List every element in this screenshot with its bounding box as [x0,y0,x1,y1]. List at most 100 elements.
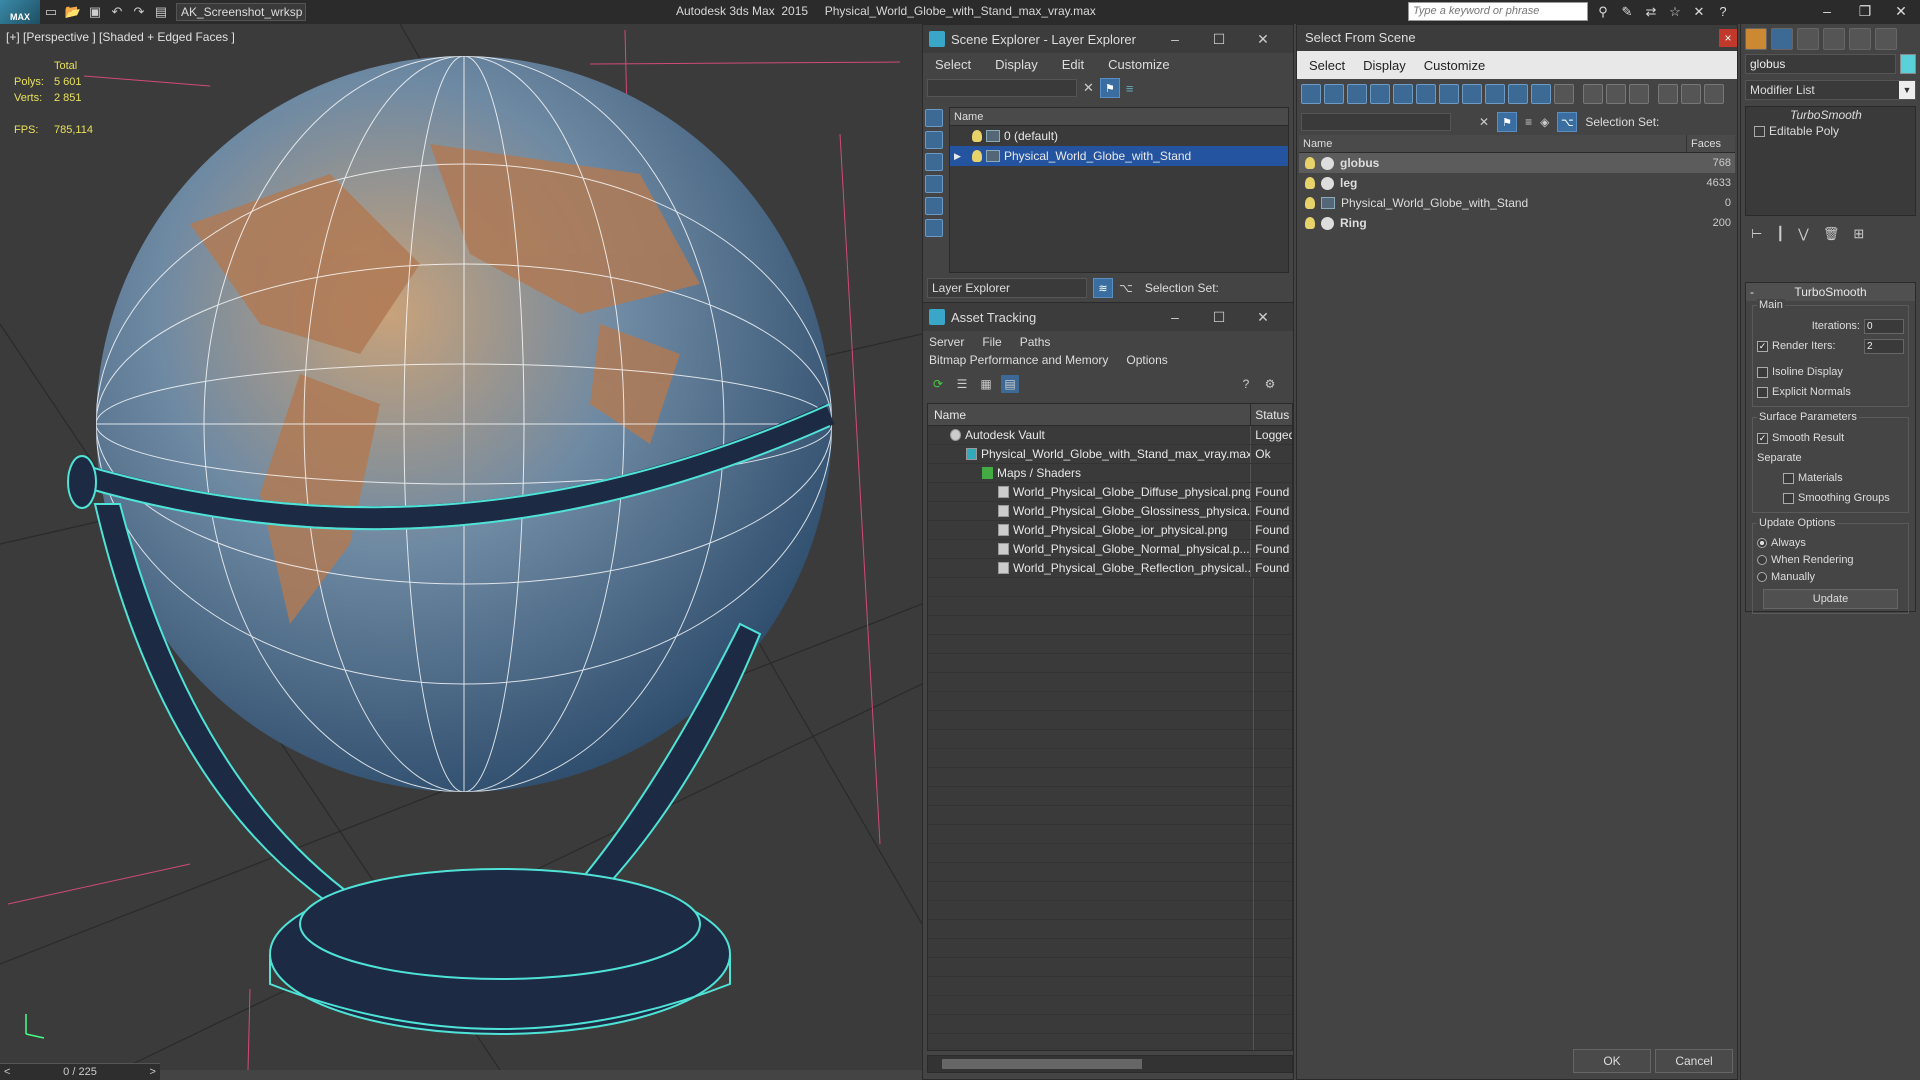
clear-search-icon[interactable]: ✕ [1083,80,1094,96]
frozen-filter-icon[interactable] [1531,84,1551,104]
xrefs-filter-icon[interactable] [1462,84,1482,104]
open-file-icon[interactable]: 📂 [62,2,84,22]
list-item[interactable]: leg 4633 [1299,173,1735,193]
table-row[interactable]: World_Physical_Globe_Glossiness_physica.… [928,502,1292,521]
modifier-item[interactable]: Editable Poly [1746,123,1915,139]
manually-radio[interactable] [1757,571,1767,582]
viewport-label[interactable]: [+] [Perspective ] [Shaded + Edged Faces… [6,30,235,44]
table-view-icon[interactable]: ▤ [1001,375,1019,393]
always-radio[interactable] [1757,537,1767,548]
exchange-icon[interactable]: ⇄ [1640,2,1662,22]
name-column-header[interactable]: Name [1299,135,1687,152]
undo-icon[interactable]: ↶ [106,2,128,22]
faces-column-header[interactable]: Faces [1687,135,1735,152]
menu-bitmap-performance[interactable]: Bitmap Performance and Memory [929,353,1108,367]
list-item[interactable]: Physical_World_Globe_with_Stand 0 [1299,193,1735,213]
isoline-display-checkbox[interactable] [1757,366,1768,378]
menu-select[interactable]: Select [935,57,971,72]
explorer-type-dropdown[interactable]: Layer Explorer [927,278,1087,298]
cameras-filter-icon[interactable] [1370,84,1390,104]
minimize-icon[interactable]: – [1153,25,1197,53]
spacewarps-filter-icon[interactable] [1416,84,1436,104]
close-icon[interactable]: ✕ [1241,25,1285,53]
containers-filter-icon[interactable] [1508,84,1528,104]
menu-paths[interactable]: Paths [1020,335,1051,349]
save-icon[interactable]: ▣ [84,2,106,22]
table-row[interactable]: Physical_World_Globe_with_Stand_max_vray… [928,445,1292,464]
menu-display[interactable]: Display [995,57,1038,72]
menu-options[interactable]: Options [1126,353,1167,367]
scrollbar-thumb[interactable] [942,1059,1142,1069]
utilities-tab-icon[interactable] [1875,28,1897,50]
helpers-filter-icon[interactable] [1393,84,1413,104]
smoothing-groups-checkbox[interactable] [1783,492,1794,504]
hidden-filter-icon[interactable] [1554,84,1574,104]
shapes-filter-icon[interactable] [1324,84,1344,104]
tools-icon[interactable]: ✎ [1616,2,1638,22]
refresh-icon[interactable]: ⟳ [929,375,947,393]
thumbnail-view-icon[interactable]: ▦ [977,375,995,393]
hierarchy-tab-icon[interactable] [1797,28,1819,50]
iterations-spinner[interactable]: 0 [1864,318,1904,334]
redo-icon[interactable]: ↷ [128,2,150,22]
modify-tab-icon[interactable] [1771,28,1793,50]
new-file-icon[interactable]: ▭ [40,2,62,22]
display-none-icon[interactable] [1606,84,1626,104]
modifier-list-dropdown[interactable]: Modifier List ▼ [1745,80,1916,100]
perspective-viewport[interactable]: [+] [Perspective ] [Shaded + Edged Faces… [0,24,922,1070]
table-row[interactable]: World_Physical_Globe_Normal_physical.p..… [928,540,1292,559]
scene-explorer-search-input[interactable] [927,79,1077,97]
layer-explorer-icon[interactable]: ≋ [1093,278,1113,298]
cameras-filter-icon[interactable] [925,175,943,193]
project-folder-icon[interactable]: ▤ [150,2,172,22]
table-row[interactable]: Maps / Shaders [928,464,1292,483]
table-row[interactable]: World_Physical_Globe_Reflection_physical… [928,559,1292,578]
asset-name-header[interactable]: Name [928,404,1252,425]
configure-sets-icon[interactable]: ⊞ [1853,226,1864,242]
remove-modifier-icon[interactable]: 🗑 [1823,226,1840,242]
minimize-icon[interactable]: – [1153,303,1197,331]
keyword-search-input[interactable]: Type a keyword or phrase [1408,2,1588,21]
menu-file[interactable]: File [982,335,1001,349]
help-icon[interactable]: ? [1712,2,1734,22]
app-logo[interactable]: MAX [0,0,40,24]
light-bulb-icon[interactable] [1305,177,1315,189]
close-window-button[interactable]: ✕ [1882,0,1920,24]
menu-customize[interactable]: Customize [1108,57,1169,72]
materials-checkbox[interactable] [1783,472,1794,484]
time-slider[interactable]: < 0 / 225 > [0,1063,160,1080]
render-iters-spinner[interactable]: 2 [1864,338,1904,354]
filter-icon[interactable]: ⚑ [1099,78,1120,98]
invert-display-icon[interactable] [1629,84,1649,104]
next-frame-icon[interactable]: > [150,1066,156,1078]
table-row[interactable]: World_Physical_Globe_ior_physical.png Fou… [928,521,1292,540]
favorites-icon[interactable]: ☆ [1664,2,1686,22]
menu-select[interactable]: Select [1309,58,1345,73]
filter-funnel-icon[interactable] [1658,84,1678,104]
menu-edit[interactable]: Edit [1062,57,1084,72]
when-rendering-radio[interactable] [1757,554,1767,565]
spacewarps-filter-icon[interactable] [925,219,943,237]
light-bulb-icon[interactable] [972,150,982,162]
object-color-swatch[interactable] [1900,54,1916,74]
table-row[interactable]: Autodesk Vault Logged [928,426,1292,445]
collapse-icon[interactable] [1704,84,1724,104]
chevron-down-icon[interactable]: ▼ [1899,81,1915,99]
menu-server[interactable]: Server [929,335,964,349]
shapes-filter-icon[interactable] [925,131,943,149]
groups-filter-icon[interactable] [1439,84,1459,104]
close-icon[interactable]: × [1719,29,1737,47]
list-item[interactable]: globus 768 [1299,153,1735,173]
hierarchy-filter-icon[interactable] [1681,84,1701,104]
expand-triangle-icon[interactable]: ▶ [954,151,968,162]
maximize-icon[interactable]: ☐ [1197,303,1241,331]
settings-icon[interactable]: ⚙ [1261,375,1279,393]
maximize-icon[interactable]: ☐ [1197,25,1241,53]
lights-filter-icon[interactable] [925,153,943,171]
list-view-icon[interactable]: ☰ [953,375,971,393]
close-x-icon[interactable]: ✕ [1688,2,1710,22]
display-all-icon[interactable] [1583,84,1603,104]
hierarchy-icon[interactable]: ⌥ [1557,112,1578,132]
prev-frame-icon[interactable]: < [4,1066,10,1078]
make-unique-icon[interactable]: ⋁ [1798,226,1809,242]
